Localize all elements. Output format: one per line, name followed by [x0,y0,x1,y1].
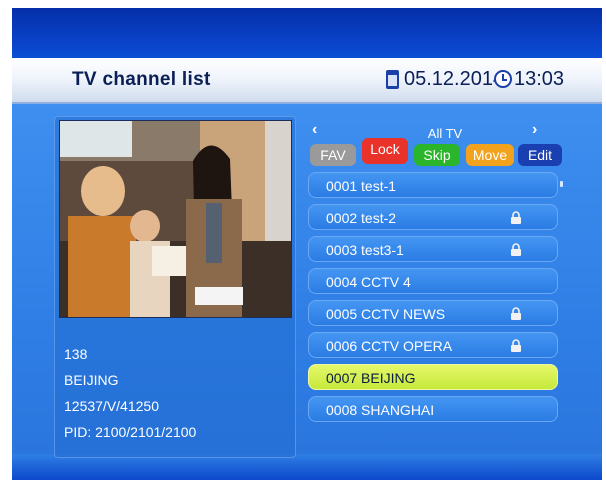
channel-row[interactable]: 0008 SHANGHAI [308,396,558,422]
lock-icon [511,243,521,256]
channel-row[interactable]: 0002 test-2 [308,204,558,230]
page-title: TV channel list [72,69,211,90]
channel-label: 0002 test-2 [326,210,397,226]
channel-label: 0008 SHANGHAI [326,402,435,418]
top-band [12,8,602,58]
channel-label: 0006 CCTV OPERA [326,338,453,354]
channel-label: 0003 test3-1 [326,242,404,258]
channel-label: 0001 test-1 [326,178,397,194]
lock-icon [511,211,521,224]
lock-icon [511,339,521,352]
chevron-right-icon[interactable]: › [532,121,537,139]
channel-name-info: BEIJING [64,372,119,388]
video-preview [59,120,292,318]
channel-row[interactable]: 0003 test3-1 [308,236,558,262]
move-button[interactable]: Move [466,144,514,166]
channel-row[interactable]: 0005 CCTV NEWS [308,300,558,326]
channel-row[interactable]: 0004 CCTV 4 [308,268,558,294]
channel-row[interactable]: 0006 CCTV OPERA [308,332,558,358]
video-frame-image [60,121,291,317]
tv-screen: TV channel list 05.12.2014 13:03 138 BEI… [12,8,602,480]
edit-button[interactable]: Edit [518,144,562,166]
channel-number-info: 138 [64,346,88,362]
transponder-info: 12537/V/41250 [64,398,159,414]
time-display: 13:03 [514,68,565,90]
channel-label: 0004 CCTV 4 [326,274,411,290]
clock-icon [494,70,512,88]
chevron-left-icon[interactable]: ‹ [312,121,317,139]
scrollbar[interactable] [560,181,563,187]
group-name: All TV [427,126,463,141]
channel-row-selected[interactable]: 0007 BEIJING [308,364,558,390]
lock-icon [511,307,521,320]
channel-label: 0007 BEIJING [326,370,416,386]
channel-row[interactable]: 0001 test-1 [308,172,558,198]
skip-button[interactable]: Skip [414,144,460,166]
date-display: 05.12.2014 [404,68,505,90]
channel-label: 0005 CCTV NEWS [326,306,446,322]
fav-button[interactable]: FAV [310,144,356,166]
pid-info: PID: 2100/2101/2100 [64,424,197,440]
calendar-icon [386,70,399,89]
header-bar: TV channel list 05.12.2014 13:03 [12,58,602,104]
lock-button[interactable]: Lock [362,138,408,164]
